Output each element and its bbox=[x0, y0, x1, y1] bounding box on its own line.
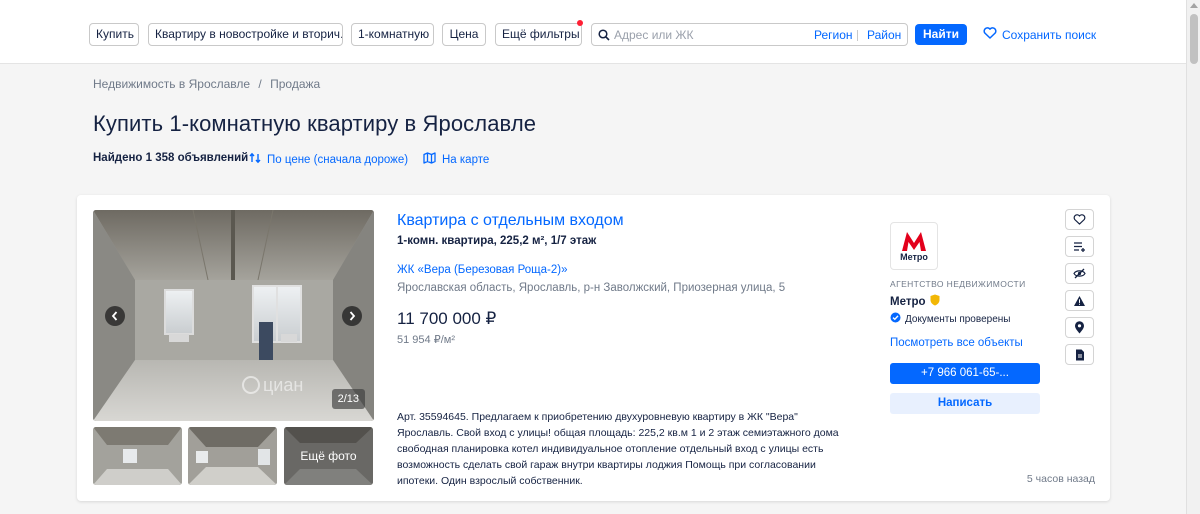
listing-subtitle: 1-комн. квартира, 225,2 м², 1/7 этаж bbox=[397, 235, 597, 247]
map-label: На карте bbox=[442, 153, 490, 166]
find-button[interactable]: Найти bbox=[915, 24, 967, 45]
region-link[interactable]: Регион bbox=[814, 28, 853, 42]
search-input[interactable] bbox=[614, 27, 794, 42]
save-search-label: Сохранить поиск bbox=[1002, 27, 1097, 42]
photo-thumbnail-2[interactable] bbox=[188, 427, 277, 485]
hide-button[interactable] bbox=[1065, 263, 1094, 284]
show-phone-button[interactable]: +7 966 061-65-... bbox=[890, 363, 1040, 384]
listing-title[interactable]: Квартира с отдельным входом bbox=[397, 212, 624, 230]
listing-card[interactable]: циан 2/13 Ещё фото Квартира с отдельным … bbox=[77, 195, 1110, 501]
breadcrumb-item-realty[interactable]: Недвижимость в Ярославле bbox=[93, 77, 250, 91]
documents-verified: Документы проверены bbox=[890, 312, 1010, 326]
document-button[interactable] bbox=[1065, 344, 1094, 365]
scroll-up-arrow-icon[interactable] bbox=[1190, 3, 1198, 8]
agency-logo-text: Метро bbox=[900, 252, 928, 262]
save-search-button[interactable]: Сохранить поиск bbox=[983, 27, 1096, 42]
map-view-button[interactable]: На карте bbox=[423, 152, 489, 167]
map-icon bbox=[423, 152, 436, 167]
write-message-button[interactable]: Написать bbox=[890, 393, 1040, 414]
price-per-sqm: 51 954 ₽/м² bbox=[397, 334, 455, 346]
filter-bar: Купить Квартиру в новостройке и вторич..… bbox=[0, 0, 1186, 64]
sort-icon bbox=[249, 152, 261, 167]
listing-price: 11 700 000 ₽ bbox=[397, 309, 497, 328]
more-filters-button[interactable]: Ещё фильтры bbox=[495, 23, 582, 46]
photo-thumbnail-3[interactable]: Ещё фото bbox=[284, 427, 373, 485]
page-scrollbar[interactable] bbox=[1186, 0, 1200, 514]
breadcrumb-separator: / bbox=[258, 77, 262, 91]
show-on-map-button[interactable] bbox=[1065, 317, 1094, 338]
residential-complex-link[interactable]: ЖК «Вера (Березовая Роща-2)» bbox=[397, 264, 567, 276]
photo-counter: 2/13 bbox=[331, 389, 365, 409]
sort-label: По цене (сначала дороже) bbox=[267, 153, 409, 166]
page-title: Купить 1-комнатную квартиру в Ярославле bbox=[93, 111, 537, 136]
favorite-button[interactable] bbox=[1065, 209, 1094, 230]
document-icon bbox=[1075, 349, 1084, 360]
prev-photo-button[interactable] bbox=[105, 306, 125, 326]
agency-name-label: Метро bbox=[890, 295, 926, 308]
breadcrumb-item-sale[interactable]: Продажа bbox=[270, 77, 320, 91]
listing-description: Арт. 35594645. Предлагаем к приобретению… bbox=[397, 411, 839, 487]
published-time: 5 часов назад bbox=[1026, 473, 1095, 485]
more-photos-overlay[interactable]: Ещё фото bbox=[284, 427, 373, 485]
search-divider bbox=[857, 30, 858, 41]
watermark: циан bbox=[263, 375, 303, 395]
chevron-left-icon bbox=[111, 311, 118, 321]
verified-check-icon bbox=[890, 312, 901, 326]
chevron-right-icon bbox=[349, 311, 356, 321]
search-icon bbox=[598, 28, 610, 46]
view-all-objects-link[interactable]: Посмотреть все объекты bbox=[890, 337, 1023, 349]
compare-button[interactable] bbox=[1065, 236, 1094, 257]
property-type-filter-button[interactable]: Квартиру в новостройке и вторич... bbox=[148, 23, 343, 46]
agency-logo[interactable]: Метро bbox=[890, 222, 938, 270]
filter-notification-dot bbox=[577, 20, 583, 26]
hide-icon bbox=[1073, 268, 1086, 279]
photo-thumbnail-1[interactable] bbox=[93, 427, 182, 485]
main-photo[interactable]: циан 2/13 bbox=[93, 210, 374, 421]
agency-type: АГЕНТСТВО НЕДВИЖИМОСТИ bbox=[890, 279, 1026, 289]
buy-filter-button[interactable]: Купить bbox=[89, 23, 139, 46]
report-button[interactable] bbox=[1065, 290, 1094, 311]
location-icon bbox=[1075, 321, 1084, 334]
scrollbar-thumb[interactable] bbox=[1190, 14, 1198, 64]
verified-label: Документы проверены bbox=[905, 313, 1011, 325]
metro-logo-icon bbox=[902, 232, 926, 251]
sort-button[interactable]: По цене (сначала дороже) bbox=[249, 152, 408, 167]
breadcrumb: Недвижимость в Ярославле / Продажа bbox=[93, 77, 320, 91]
district-link[interactable]: Район bbox=[867, 28, 901, 42]
price-filter-button[interactable]: Цена bbox=[442, 23, 486, 46]
heart-icon bbox=[983, 27, 997, 42]
results-count: Найдено 1 358 объявлений bbox=[93, 152, 249, 164]
warning-icon bbox=[1074, 295, 1085, 306]
shield-badge-icon bbox=[930, 294, 940, 309]
search-box: Регион Район bbox=[591, 23, 908, 46]
agency-name[interactable]: Метро bbox=[890, 294, 940, 309]
heart-icon bbox=[1073, 214, 1086, 225]
next-photo-button[interactable] bbox=[342, 306, 362, 326]
rooms-filter-button[interactable]: 1-комнатную bbox=[351, 23, 434, 46]
compare-icon bbox=[1074, 242, 1085, 252]
listing-address: Ярославская область, Ярославль, р-н Заво… bbox=[397, 282, 786, 294]
